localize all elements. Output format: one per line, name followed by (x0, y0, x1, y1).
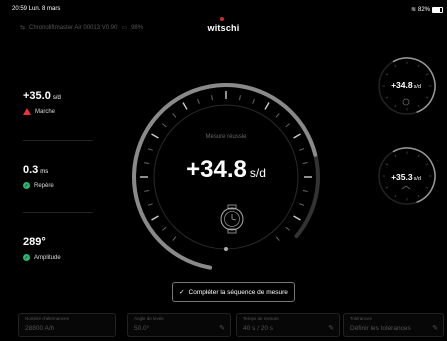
gauge-tick (285, 123, 290, 128)
mini-gauge-tick (385, 73, 389, 76)
measurement-time-field-label: Temps de mesure (243, 316, 279, 321)
gauge-tick (302, 190, 308, 192)
watch-icon (220, 204, 244, 234)
mini-gauge-tick (425, 163, 429, 166)
gauge-tick (147, 203, 153, 206)
gauge-tick (147, 148, 153, 151)
complete-sequence-button[interactable]: ✓ Compléter la séquence de mesure (172, 282, 295, 302)
gauge-tick (293, 215, 301, 221)
pencil-icon[interactable]: ✎ (219, 324, 225, 332)
gauge-tick (275, 236, 280, 241)
tolerances-field-value: Définir les tolérances (350, 325, 411, 332)
gauge-tick (151, 215, 159, 221)
mini-gauge-tick (417, 64, 420, 68)
mini-gauge-tick (425, 96, 429, 99)
mini-gauge-tick (385, 163, 389, 166)
mini-gauge-1-icon (402, 98, 410, 106)
measurement-status: Mesure réussie (205, 134, 247, 140)
gauge-tick (252, 98, 255, 104)
checkmark-icon: ✓ (179, 289, 185, 296)
gauge-tick (302, 162, 308, 164)
mini-gauge-tick (394, 194, 397, 198)
mini-gauge-tick (417, 194, 420, 198)
alternations-field-value: 28800 A/h (25, 325, 55, 332)
tolerances-field[interactable]: Tolérances Définir les tolérances ✎ (343, 313, 444, 337)
main-rate-value: +34.8 s/d (186, 156, 266, 183)
alternations-field-label: Nombre d'alternances (25, 316, 69, 321)
gauge-tick (162, 226, 167, 231)
gauge-tick (275, 113, 280, 118)
gauge-tick (211, 95, 213, 101)
main-gauge-indicator (224, 247, 228, 251)
gauge-tick (299, 203, 305, 206)
gauge-tick (172, 236, 177, 241)
lift-angle-field-value: 50.0° (134, 325, 150, 332)
alternations-field[interactable]: Nombre d'alternances 28800 A/h (18, 313, 116, 337)
mini-gauge-tick (417, 104, 420, 108)
mini-gauge-tick (425, 73, 429, 76)
tolerances-field-label: Tolérances (350, 316, 372, 321)
mini-gauge-tick (394, 154, 397, 158)
measurement-time-field-value: 40 s / 20 s (243, 325, 273, 332)
pencil-icon[interactable]: ✎ (432, 324, 438, 332)
gauge-tick (285, 226, 290, 231)
lift-angle-field-label: Angle de levée (134, 316, 164, 321)
mini-gauge-1-value: +34.8s/d (391, 80, 421, 90)
gauge-tick (299, 148, 305, 151)
lift-angle-field[interactable]: Angle de levée 50.0° ✎ (127, 313, 231, 337)
gauge-tick (144, 190, 150, 192)
gauge-tick (239, 95, 241, 101)
complete-sequence-label: Compléter la séquence de mesure (188, 288, 288, 296)
mini-gauge-tick (385, 186, 389, 189)
gauge-tick (162, 123, 167, 128)
pencil-icon[interactable]: ✎ (328, 324, 334, 332)
gauge-tick (264, 102, 270, 110)
mini-gauge-tick (394, 104, 397, 108)
gauge-tick (144, 162, 150, 164)
gauge-tick (172, 113, 177, 118)
mini-gauge-tick (394, 64, 397, 68)
mini-gauge-tick (425, 186, 429, 189)
mini-gauge-tick (385, 96, 389, 99)
gauge-tick (197, 98, 200, 104)
gauge-tick (182, 102, 188, 110)
main-gauge-readout: Mesure réussie +34.8 s/d (156, 134, 296, 184)
mini-gauge-2-icon (401, 185, 411, 190)
mini-gauge-2-value: +35.3s/d (391, 172, 421, 182)
mini-gauge-tick (417, 154, 420, 158)
measurement-time-field[interactable]: Temps de mesure 40 s / 20 s ✎ (236, 313, 340, 337)
